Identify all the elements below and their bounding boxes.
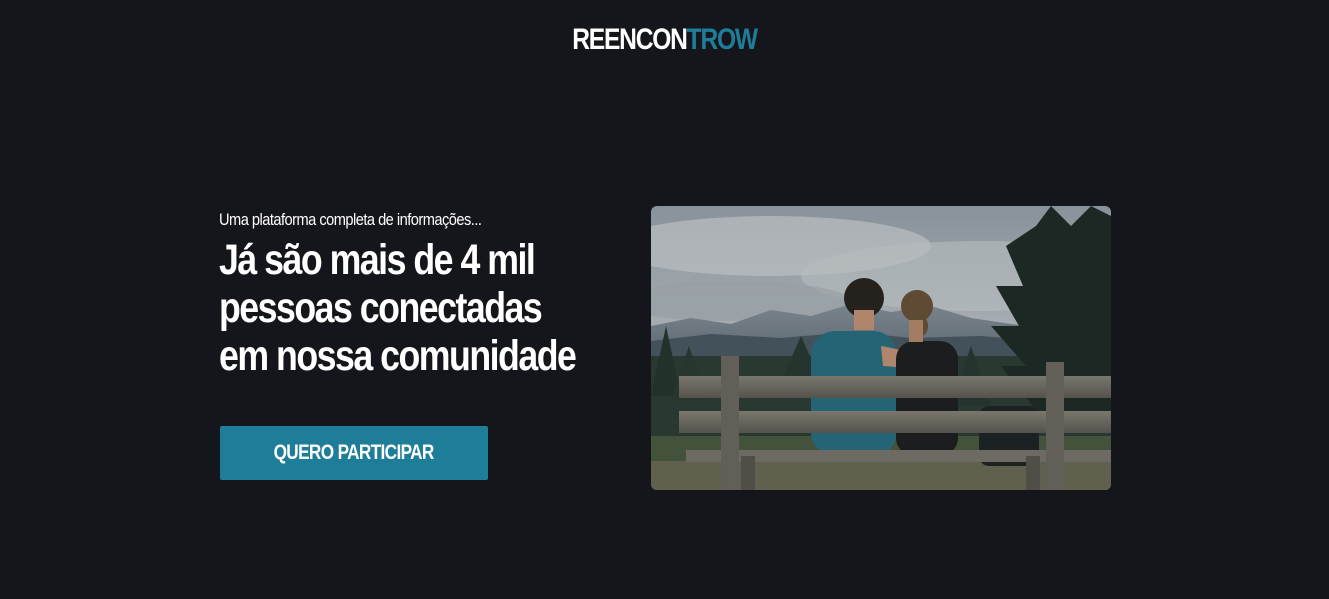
hero-subtitle: Uma plataforma completa de informações..… bbox=[219, 210, 482, 229]
headline-line-3: em nossa comunidade bbox=[219, 332, 577, 380]
landing-page: REENCONTROW Uma plataforma completa de i… bbox=[0, 0, 1329, 599]
hero-headline: Já são mais de 4 mil pessoas conectadas … bbox=[219, 236, 617, 380]
couple-on-bench-image bbox=[651, 206, 1111, 490]
headline-line-2: pessoas conectadas bbox=[219, 284, 543, 332]
join-button-label: QUERO PARTICIPAR bbox=[273, 441, 435, 464]
logo-text-primary: REENCON bbox=[572, 23, 688, 56]
logo-text-accent: TROW bbox=[686, 23, 758, 56]
join-button[interactable]: QUERO PARTICIPAR bbox=[220, 426, 488, 480]
hero-text-block: Uma plataforma completa de informações..… bbox=[219, 206, 639, 380]
headline-line-1: Já são mais de 4 mil bbox=[219, 236, 536, 284]
brand-logo[interactable]: REENCONTROW bbox=[120, 22, 1210, 58]
hero-photo bbox=[651, 206, 1111, 490]
